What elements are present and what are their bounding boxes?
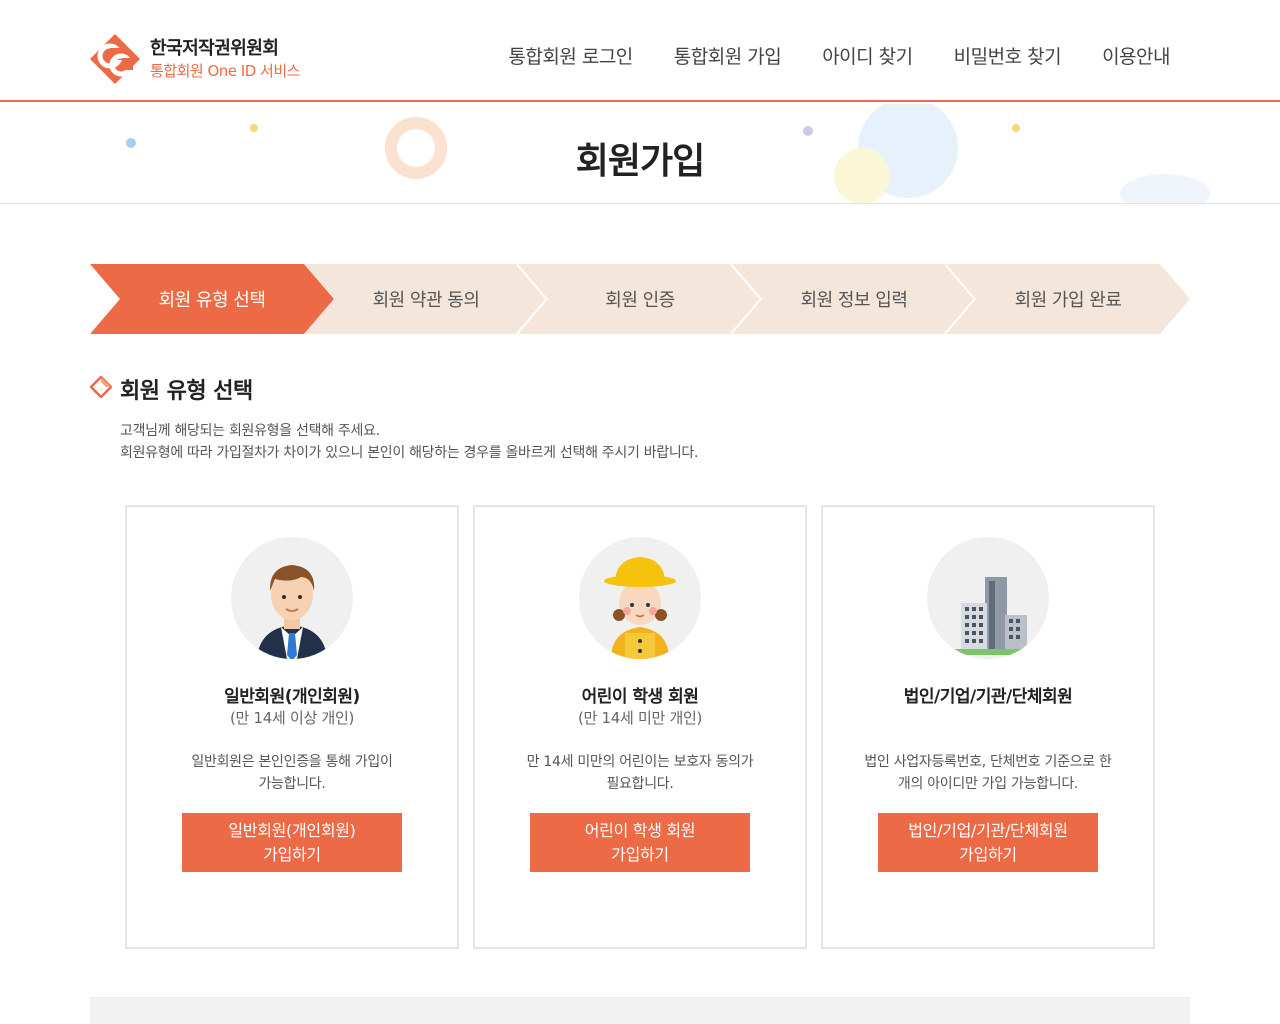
join-corporate-button[interactable]: 법인/기업/기관/단체회원 가입하기 [878, 813, 1098, 872]
button-label: 일반회원(개인회원) [228, 820, 356, 840]
description-line: 고객님께 해당되는 회원유형을 선택해 주세요. [120, 423, 380, 439]
nav-guide[interactable]: 이용안내 [1102, 42, 1170, 69]
section-description: 고객님께 해당되는 회원유형을 선택해 주세요. 회원유형에 따라 가입절차가 … [120, 420, 698, 464]
card-child-student-member: 어린이 학생 회원 (만 14세 미만 개인) 만 14세 미만의 어린이는 보… [473, 505, 807, 949]
page-title-band: 회원가입 [0, 104, 1280, 204]
card-description-line: 가능합니다. [258, 776, 326, 792]
decor-star [250, 124, 258, 132]
step-label: 회원 약관 동의 [372, 290, 480, 311]
step-label: 회원 정보 입력 [800, 290, 908, 311]
step-terms: 회원 약관 동의 [304, 264, 548, 334]
site-header: 한국저작권위원회 통합회원 One ID 서비스 통합회원 로그인 통합회원 가… [0, 0, 1280, 102]
card-description: 법인 사업자등록번호, 단체번호 기준으로 한 개의 아이디만 가입 가능합니다… [853, 751, 1123, 795]
card-corporate-member: 법인/기업/기관/단체회원 법인 사업자등록번호, 단체번호 기준으로 한 개의… [821, 505, 1155, 949]
step-info-input: 회원 정보 입력 [732, 264, 976, 334]
businessman-icon [231, 537, 353, 659]
step-label: 회원 인증 [605, 290, 675, 311]
card-title: 어린이 학생 회원 [581, 687, 699, 707]
step-label: 회원 가입 완료 [1014, 290, 1122, 311]
main-nav: 통합회원 로그인 통합회원 가입 아이디 찾기 비밀번호 찾기 이용안내 [508, 42, 1170, 69]
card-description-line: 일반회원은 본인인증을 통해 가입이 [191, 754, 393, 770]
join-child-student-button[interactable]: 어린이 학생 회원 가입하기 [530, 813, 750, 872]
site-logo[interactable]: 한국저작권위원회 통합회원 One ID 서비스 [88, 32, 348, 86]
brand-subtitle: 통합회원 One ID 서비스 [150, 62, 300, 80]
card-description-line: 필요합니다. [606, 776, 674, 792]
page-title: 회원가입 [575, 141, 705, 182]
card-subtitle: (만 14세 미만 개인) [578, 709, 702, 727]
card-subtitle: (만 14세 이상 개인) [230, 709, 354, 727]
child-student-icon [579, 537, 701, 659]
card-description-line: 만 14세 미만의 어린이는 보호자 동의가 [526, 754, 754, 770]
building-icon [927, 537, 1049, 659]
cc-logo-icon [88, 32, 142, 86]
signup-steps: 회원 유형 선택 회원 약관 동의 회원 인증 회원 정보 입력 회원 가입 완… [90, 264, 1190, 334]
nav-signup[interactable]: 통합회원 가입 [674, 42, 782, 69]
diamond-bullet-icon [89, 375, 113, 402]
card-individual-member: 일반회원(개인회원) (만 14세 이상 개인) 일반회원은 본인인증을 통해 … [125, 505, 459, 949]
button-label: 가입하기 [611, 844, 669, 864]
step-member-type: 회원 유형 선택 [90, 264, 334, 334]
description-line: 회원유형에 따라 가입절차가 차이가 있으니 본인이 해당하는 경우를 올바르게… [120, 445, 699, 461]
card-description: 만 14세 미만의 어린이는 보호자 동의가 필요합니다. [505, 751, 775, 795]
step-label: 회원 유형 선택 [158, 290, 266, 311]
button-label: 가입하기 [959, 844, 1017, 864]
button-label: 어린이 학생 회원 [584, 820, 696, 840]
card-title: 일반회원(개인회원) [224, 687, 360, 707]
join-individual-button[interactable]: 일반회원(개인회원) 가입하기 [182, 813, 402, 872]
decor-star [1012, 124, 1020, 132]
bottom-panel [90, 997, 1190, 1024]
button-label: 가입하기 [263, 844, 321, 864]
card-description-line: 개의 아이디만 가입 가능합니다. [897, 776, 1079, 792]
card-title: 법인/기업/기관/단체회원 [903, 687, 1073, 707]
nav-login[interactable]: 통합회원 로그인 [508, 42, 633, 69]
section-heading: 회원 유형 선택 [89, 373, 253, 405]
step-verification: 회원 인증 [518, 264, 762, 334]
nav-find-id[interactable]: 아이디 찾기 [822, 42, 913, 69]
card-description: 일반회원은 본인인증을 통해 가입이 가능합니다. [157, 751, 427, 795]
card-description-line: 법인 사업자등록번호, 단체번호 기준으로 한 [864, 754, 1112, 770]
section-title: 회원 유형 선택 [120, 379, 253, 404]
button-label: 법인/기업/기관/단체회원 [908, 820, 1068, 840]
step-complete: 회원 가입 완료 [946, 264, 1190, 334]
nav-find-password[interactable]: 비밀번호 찾기 [954, 42, 1062, 69]
brand-title: 한국저작권위원회 [150, 38, 279, 59]
